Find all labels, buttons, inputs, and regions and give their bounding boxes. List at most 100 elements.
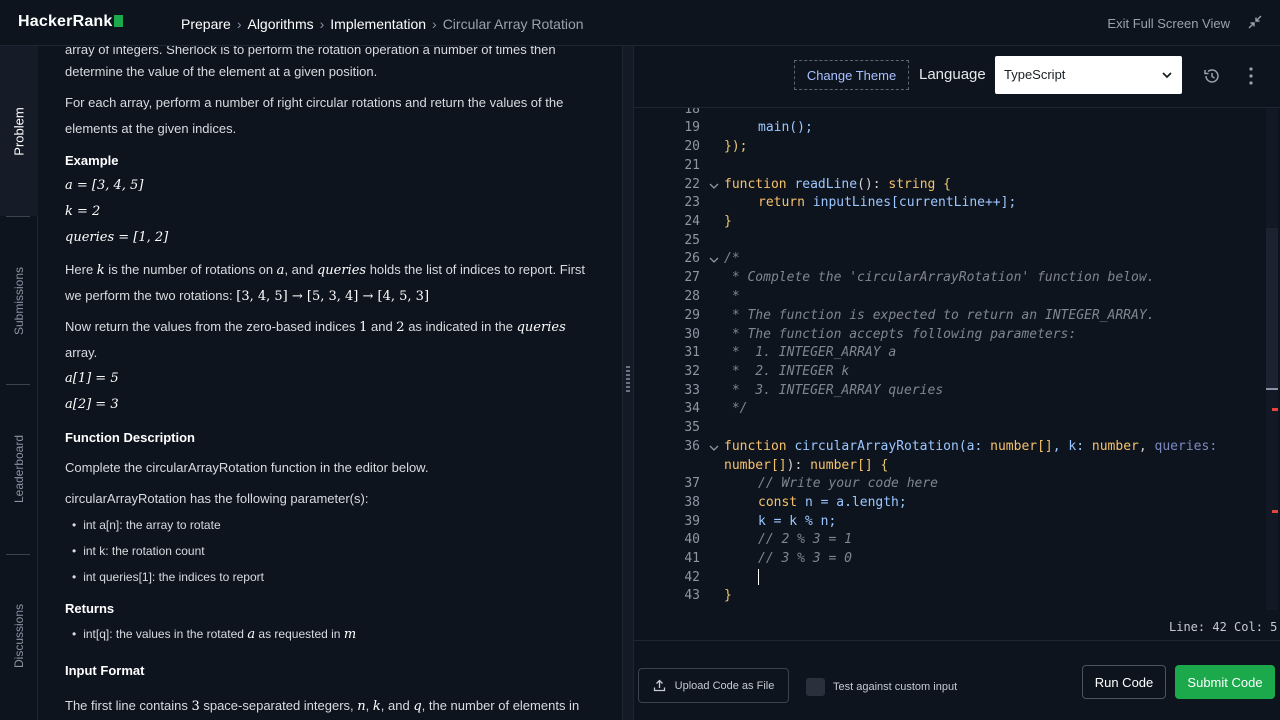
- text: , the number of elements in: [421, 698, 580, 713]
- math-a: a: [247, 627, 256, 642]
- line-number: 21: [684, 158, 700, 173]
- code-editor[interactable]: 18 19 20 21 22 23 24 25 26 27 28 29 30 3…: [634, 108, 1280, 610]
- para-line-1: For each array, perform a number of righ…: [65, 95, 564, 110]
- exit-fullscreen-link[interactable]: Exit Full Screen View: [1107, 16, 1230, 31]
- param-item: int queries[1]: the indices to report: [72, 570, 264, 584]
- here-line-1: Here k is the number of rotations on a, …: [65, 257, 585, 284]
- tab-problem[interactable]: Problem: [0, 96, 38, 166]
- math-n: n: [357, 699, 366, 714]
- custom-input-checkbox[interactable]: [806, 678, 825, 696]
- history-icon[interactable]: [1202, 66, 1222, 86]
- code-line-37: // Write your code here: [758, 476, 939, 491]
- breadcrumb: Prepare › Algorithms › Implementation › Circul…: [181, 16, 584, 32]
- param-item: int k: the rotation count: [72, 544, 204, 558]
- intro-line-2: determine the value of the element at a …: [65, 64, 378, 79]
- hackerrank-logo[interactable]: HackerRank: [18, 13, 123, 31]
- upload-code-button[interactable]: Upload Code as File: [638, 668, 789, 703]
- code-line-28: *: [724, 289, 740, 304]
- language-select[interactable]: TypeScript: [995, 56, 1182, 94]
- code-token: return: [758, 195, 805, 210]
- code-line-36-wrap: number[]): number[] {: [724, 458, 888, 473]
- breadcrumb-implementation[interactable]: Implementation: [330, 16, 426, 32]
- line-number: 29: [684, 308, 700, 323]
- now-line-1: Now return the values from the zero-base…: [65, 314, 566, 341]
- divider: [6, 216, 30, 217]
- editor-toolbar: Change Theme Language TypeScript: [634, 46, 1280, 108]
- fold-chevron-icon[interactable]: [709, 181, 719, 191]
- code-line-34: */: [724, 401, 748, 416]
- side-tabs: Problem Submissions Leaderboard Discussi…: [0, 46, 38, 720]
- text: , and: [380, 698, 414, 713]
- change-theme-button[interactable]: Change Theme: [794, 60, 909, 90]
- custom-input-label[interactable]: Test against custom input: [833, 681, 957, 693]
- code-line-43: }: [724, 588, 732, 603]
- code-line-19: main();: [758, 120, 813, 135]
- code-token: main();: [758, 120, 813, 135]
- math-m: m: [343, 627, 357, 642]
- problem-statement: array of integers. Sherlock is to perfor…: [38, 46, 622, 720]
- panel-resize-handle[interactable]: [622, 46, 634, 720]
- code-token: ():: [857, 177, 889, 192]
- collapse-icon[interactable]: [1248, 15, 1262, 29]
- tab-submissions-label: Submissions: [12, 266, 26, 336]
- chevron-right-icon: ›: [432, 16, 437, 32]
- math-queries: queries: [316, 263, 367, 278]
- text: The first line contains: [65, 698, 192, 713]
- code-token: {: [872, 458, 889, 473]
- logo-square-icon: [113, 15, 123, 27]
- tab-submissions[interactable]: Submissions: [0, 256, 38, 346]
- more-options-icon[interactable]: [1248, 66, 1254, 86]
- breadcrumb-algorithms[interactable]: Algorithms: [247, 16, 313, 32]
- input-format-heading: Input Format: [65, 663, 145, 678]
- scrollbar-thumb[interactable]: [1266, 228, 1278, 388]
- top-bar: HackerRank Prepare › Algorithms › Implementa…: [0, 0, 1280, 46]
- math-rotations: [3, 4, 5] → [5, 3, 4] → [4, 5, 3]: [236, 289, 430, 304]
- line-number: 32: [684, 364, 700, 379]
- chevron-right-icon: ›: [236, 16, 242, 32]
- editor-scrollbar[interactable]: [1266, 108, 1278, 610]
- code-line-23: return inputLines[currentLine++];: [758, 195, 1016, 210]
- math-k: k: [372, 699, 381, 714]
- divider: [634, 640, 1280, 641]
- text: as requested in: [255, 627, 344, 641]
- code-token: readLine: [794, 177, 858, 192]
- code-line-36: function circularArrayRotation(a: number…: [724, 439, 1217, 454]
- code-token: inputLines[currentLine++];: [804, 195, 1017, 210]
- breadcrumb-prepare[interactable]: Prepare: [181, 16, 231, 32]
- code-token: number: [1091, 439, 1139, 454]
- line-number: 43: [684, 588, 700, 603]
- error-marker: [1272, 510, 1278, 513]
- breadcrumb-current: Circular Array Rotation: [442, 16, 584, 32]
- cursor-position-status: Line: 42 Col: 5: [1169, 620, 1278, 634]
- run-code-button[interactable]: Run Code: [1082, 665, 1166, 699]
- code-token: n = a.length;: [797, 495, 907, 510]
- line-number: 18: [684, 108, 700, 117]
- line-number: 27: [684, 270, 700, 285]
- chevron-down-icon: [1162, 72, 1172, 79]
- code-line-29: * The function is expected to return an …: [724, 308, 1155, 323]
- example-heading: Example: [65, 153, 119, 168]
- code-token: , k:: [1052, 439, 1092, 454]
- chevron-right-icon: ›: [319, 16, 325, 32]
- tab-leaderboard[interactable]: Leaderboard: [0, 424, 38, 514]
- submit-code-button[interactable]: Submit Code: [1175, 665, 1275, 699]
- fold-chevron-icon[interactable]: [709, 443, 719, 453]
- code-token: ):: [786, 458, 811, 473]
- line-number: 41: [684, 551, 700, 566]
- code-token: ,: [1138, 439, 1155, 454]
- code-line-27: * Complete the 'circularArrayRotation' f…: [724, 270, 1155, 285]
- text: Here: [65, 262, 97, 277]
- tab-discussions[interactable]: Discussions: [0, 591, 38, 681]
- line-number: 34: [684, 401, 700, 416]
- line-number: 28: [684, 289, 700, 304]
- here-line-2: we perform the two rotations: [3, 4, 5] …: [65, 283, 429, 310]
- tab-leaderboard-label: Leaderboard: [12, 434, 26, 504]
- text: and: [367, 319, 397, 334]
- language-label: Language: [919, 66, 986, 83]
- line-number: 39: [684, 514, 700, 529]
- text-cursor: [758, 569, 759, 585]
- cursor-marker: [1266, 388, 1278, 390]
- code-line-30: * The function accepts following paramet…: [724, 327, 1077, 342]
- text: Now return the values from the zero-base…: [65, 319, 360, 334]
- fold-chevron-icon[interactable]: [709, 255, 719, 265]
